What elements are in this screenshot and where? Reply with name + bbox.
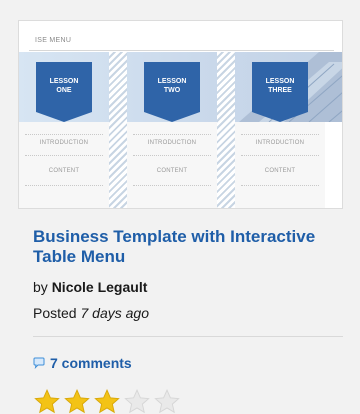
lesson-column-body <box>19 122 109 208</box>
lesson-content-row[interactable]: CONTENT <box>127 168 217 174</box>
thumbnail-header: ISE MENU <box>19 21 342 51</box>
lesson-intro-row[interactable]: INTRODUCTION <box>127 140 217 146</box>
star-rating[interactable] <box>33 388 181 414</box>
dotted-separator <box>25 185 103 186</box>
lesson-flag-label-line1: LESSON <box>265 78 295 85</box>
post-title-link[interactable]: Business Template with Interactive Table… <box>33 227 333 267</box>
lesson-flag-label-line2: ONE <box>56 86 72 94</box>
lesson-column-body <box>235 122 325 208</box>
lesson-column-three: LESSON THREE INTRODUCTION CONTENT <box>235 52 325 208</box>
lesson-content-row[interactable]: CONTENT <box>235 168 325 174</box>
star-icon-empty[interactable] <box>123 388 151 414</box>
dotted-separator <box>133 155 211 156</box>
lesson-flag-label-line2: TWO <box>163 86 181 94</box>
column-divider <box>109 52 127 208</box>
comments-link[interactable]: 7 comments <box>33 355 132 371</box>
divider <box>33 336 343 337</box>
lesson-column-body <box>127 122 217 208</box>
dotted-separator <box>25 155 103 156</box>
lesson-flag-two[interactable]: LESSON TWO <box>144 62 200 122</box>
lesson-intro-row[interactable]: INTRODUCTION <box>235 140 325 146</box>
lesson-column-two: LESSON TWO INTRODUCTION CONTENT <box>127 52 217 208</box>
lesson-intro-row[interactable]: INTRODUCTION <box>19 140 109 146</box>
post-byline: by Nicole Legault <box>33 279 147 295</box>
dotted-separator <box>133 185 211 186</box>
lesson-flag-label-line2: THREE <box>268 86 292 94</box>
star-icon-filled[interactable] <box>63 388 91 414</box>
dotted-separator <box>241 134 319 135</box>
lesson-flag-label-line1: LESSON <box>49 78 79 85</box>
lesson-flag-one[interactable]: LESSON ONE <box>36 62 92 122</box>
author-name: Nicole Legault <box>51 279 148 295</box>
star-icon-filled[interactable] <box>93 388 121 414</box>
lesson-content-row[interactable]: CONTENT <box>19 168 109 174</box>
star-icon-empty[interactable] <box>153 388 181 414</box>
thumbnail-header-rule <box>29 50 334 51</box>
dotted-separator <box>241 185 319 186</box>
thumbnail-menu-heading: ISE MENU <box>35 37 72 44</box>
lesson-flag-three[interactable]: LESSON THREE <box>252 62 308 122</box>
speech-bubble-icon <box>33 357 45 369</box>
post-date: Posted 7 days ago <box>33 305 149 321</box>
dotted-separator <box>25 134 103 135</box>
lesson-flag-label-line1: LESSON <box>157 78 187 85</box>
posted-prefix: Posted <box>33 305 77 321</box>
column-divider <box>217 52 235 208</box>
template-thumbnail[interactable]: ISE MENU LESSON ONE INTRODUCTION CONTENT… <box>18 20 343 209</box>
posted-relative-time: 7 days ago <box>80 305 149 321</box>
lesson-column-one: LESSON ONE INTRODUCTION CONTENT <box>19 52 109 208</box>
star-icon-filled[interactable] <box>33 388 61 414</box>
comments-count-label: 7 comments <box>50 355 132 371</box>
lesson-columns: LESSON ONE INTRODUCTION CONTENT LESSON T… <box>19 52 342 208</box>
template-card: ISE MENU LESSON ONE INTRODUCTION CONTENT… <box>0 0 360 414</box>
byline-prefix: by <box>33 279 48 295</box>
dotted-separator <box>241 155 319 156</box>
dotted-separator <box>133 134 211 135</box>
